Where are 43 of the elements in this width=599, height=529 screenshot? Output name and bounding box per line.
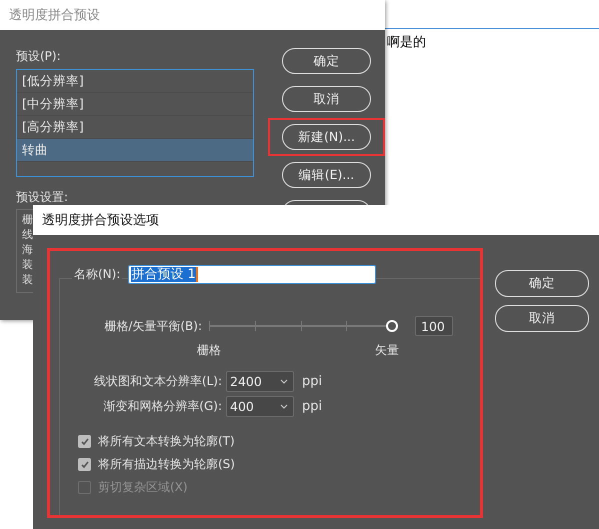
balance-value-field[interactable]: 100 (415, 316, 453, 336)
dialog-button[interactable]: 取消 (495, 305, 589, 332)
dialog-button[interactable]: 取消 (282, 86, 371, 112)
preset-item[interactable]: [低分辨率] (17, 70, 253, 93)
balance-slider[interactable] (208, 319, 399, 333)
min-label: 栅格 (197, 342, 221, 359)
unit-label: ppi (302, 399, 322, 414)
settings-line: 线 (22, 227, 33, 242)
settings-line: 装 (22, 257, 33, 272)
checkbox[interactable] (78, 458, 91, 471)
unit-label: ppi (302, 374, 322, 389)
check-icon (80, 460, 90, 470)
resolution-dropdown[interactable]: 400 (226, 396, 294, 417)
checkbox-label: 将所有描边转换为轮廓(S) (98, 456, 235, 473)
balance-label: 栅格/矢量平衡(B): (103, 318, 202, 334)
resolution-label: 渐变和网格分辨率(G): (102, 398, 222, 415)
chevron-down-icon (280, 404, 288, 409)
name-label: 名称(N): (72, 266, 122, 283)
settings-label: 预设设置: (16, 189, 70, 206)
settings-line: 海 (22, 242, 33, 257)
window-title: 透明度拼合预设选项 (42, 212, 159, 229)
preset-item[interactable]: 转曲 (17, 139, 253, 162)
resolution-label: 线状图和文本分辨率(L): (92, 373, 222, 390)
settings-line: 装 (22, 272, 33, 287)
presets-label: 预设(P): (16, 48, 62, 65)
dialog-button[interactable]: 确定 (495, 270, 589, 297)
name-value: 拼合预设 1 (131, 267, 198, 282)
document-text: 啊是的 (387, 35, 426, 50)
max-label: 矢量 (375, 342, 399, 359)
settings-line: 栅 (22, 212, 33, 227)
preset-item[interactable]: [中分辨率] (17, 93, 253, 116)
checkbox[interactable] (78, 435, 91, 448)
dialog-button[interactable]: 新建(N)... (282, 124, 371, 150)
checkbox-label: 剪切复杂区域(X) (98, 479, 188, 496)
dialog-button[interactable]: 编辑(E)... (282, 162, 371, 188)
check-icon (80, 436, 90, 446)
window-title: 透明度拼合预设 (9, 7, 100, 24)
dialog-button[interactable]: 确定 (282, 48, 371, 74)
checkbox-label: 将所有文本转换为轮廓(T) (98, 433, 235, 450)
resolution-dropdown[interactable]: 2400 (226, 371, 294, 392)
name-field[interactable]: 拼合预设 1 (128, 265, 376, 284)
slider-thumb[interactable] (386, 320, 398, 332)
chevron-down-icon (280, 379, 288, 384)
